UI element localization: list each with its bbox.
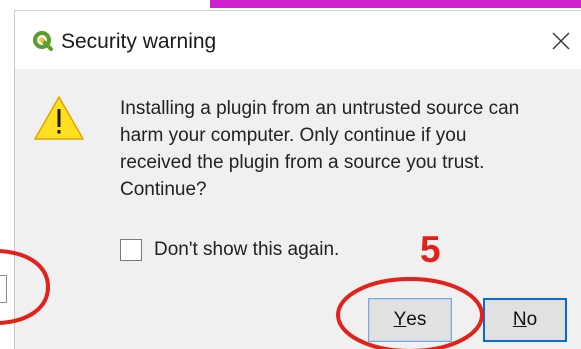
checkbox-label: Don't show this again. (154, 239, 340, 260)
message-line: Continue? (120, 179, 207, 200)
message-line: received the plugin from a source you tr… (120, 152, 485, 173)
message-line: Installing a plugin from an untrusted so… (120, 98, 520, 119)
dialog-title: Security warning (61, 30, 217, 53)
yes-label-rest: es (406, 309, 427, 330)
message-line: harm your computer. Only continue if you (120, 125, 467, 146)
no-button[interactable]: No (483, 298, 567, 342)
close-button[interactable] (543, 23, 579, 59)
no-label-rest: o (526, 309, 538, 330)
dialog-titlebar: Security warning (15, 11, 581, 69)
qgis-logo-icon (33, 31, 53, 51)
map-canvas-edge (210, 0, 581, 8)
step-annotation-number: 5 (420, 229, 441, 270)
yes-button[interactable]: Yes (368, 298, 452, 342)
dont-show-again-checkbox[interactable] (120, 239, 142, 261)
warning-message: Installing a plugin from an untrusted so… (120, 95, 570, 203)
background-left-widget (0, 275, 7, 303)
yes-mnemonic: Y (393, 309, 407, 330)
warning-triangle-icon (34, 96, 84, 140)
no-mnemonic: N (512, 309, 527, 330)
close-icon (552, 32, 570, 50)
security-warning-dialog: Security warning Installing a plugin fro… (14, 10, 581, 349)
dont-show-again-checkbox-row[interactable]: Don't show this again. (120, 236, 339, 264)
